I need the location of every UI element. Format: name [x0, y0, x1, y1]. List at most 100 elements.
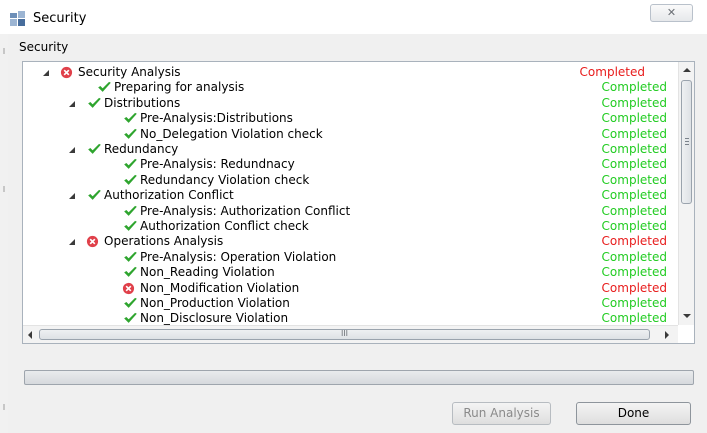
check-icon: [88, 189, 101, 200]
error-icon: [86, 235, 99, 248]
close-button[interactable]: ✕: [650, 4, 693, 22]
check-icon: [98, 81, 111, 92]
tree-row-label: Authorization Conflict check: [140, 219, 309, 233]
check-icon: [88, 97, 101, 108]
tree-row[interactable]: Non_Production Violation Completed: [23, 296, 677, 311]
tree-row[interactable]: Pre-Analysis: Operation Violation Complet…: [23, 250, 677, 265]
expand-triangle-icon[interactable]: [42, 69, 50, 77]
frame-mark: [3, 186, 5, 192]
scroll-up-arrow[interactable]: [683, 68, 691, 72]
grip-line: [685, 144, 689, 145]
tree-row[interactable]: Authorization Conflict Completed: [23, 188, 677, 203]
tree-row-label: Non_Reading Violation: [140, 265, 275, 279]
check-icon: [124, 266, 137, 277]
tree-row-label: Preparing for analysis: [114, 80, 245, 94]
tree-row[interactable]: Pre-Analysis:Distributions Completed: [23, 111, 677, 126]
tree-row-status: Completed: [601, 127, 667, 141]
tree-row-status: Completed: [601, 234, 667, 248]
tree-row[interactable]: Operations Analysis Completed: [23, 234, 677, 249]
grip-line: [685, 138, 689, 139]
vertical-scrollbar[interactable]: [678, 62, 694, 325]
tree-row-label: No_Delegation Violation check: [140, 127, 323, 141]
section-label: Security: [19, 40, 69, 54]
tree-row-label: Operations Analysis: [104, 234, 224, 248]
check-icon: [124, 158, 137, 169]
tree-row[interactable]: Pre-Analysis: Redundnacy Completed: [23, 157, 677, 172]
error-icon: [60, 66, 73, 79]
tree-row-status: Completed: [601, 96, 667, 110]
progress-bar: [24, 370, 694, 385]
tree-row-label: Redundancy: [104, 142, 179, 156]
check-icon: [124, 297, 137, 308]
check-icon: [124, 128, 137, 139]
frame-mark: [3, 48, 5, 54]
app-icon: [10, 11, 25, 26]
tree-row-status: Completed: [601, 111, 667, 125]
tree-row[interactable]: Preparing for analysis Completed: [23, 80, 677, 95]
tree-rows: Security Analysis Completed Preparing for …: [23, 65, 677, 327]
tree-row[interactable]: No_Delegation Violation check Completed: [23, 127, 677, 142]
tree-row-label: Pre-Analysis: Operation Violation: [140, 250, 337, 264]
run-analysis-button[interactable]: Run Analysis: [452, 402, 551, 425]
tree-row[interactable]: Authorization Conflict check Completed: [23, 219, 677, 234]
tree-row-label: Pre-Analysis:Distributions: [140, 111, 293, 125]
tree-row[interactable]: Non_Modification Violation Completed: [23, 281, 677, 296]
check-icon: [124, 220, 137, 231]
expand-triangle-icon[interactable]: [68, 238, 76, 246]
tree-row-status: Completed: [601, 281, 667, 295]
tree-row-status: Completed: [601, 173, 667, 187]
tree-row[interactable]: Distributions Completed: [23, 96, 677, 111]
tree-row-label: Redundancy Violation check: [140, 173, 310, 187]
tree-row-status: Completed: [579, 65, 645, 79]
close-icon: ✕: [666, 6, 677, 19]
tree-row-label: Non_Production Violation: [140, 296, 290, 310]
window-left-frame: [0, 34, 8, 433]
tree-row[interactable]: Redundancy Violation check Completed: [23, 173, 677, 188]
scroll-grip: III: [340, 329, 349, 338]
check-icon: [124, 112, 137, 123]
check-icon: [124, 312, 137, 323]
scroll-right-arrow[interactable]: [665, 331, 669, 339]
analysis-tree[interactable]: Security Analysis Completed Preparing for …: [22, 61, 695, 344]
tree-row-status: Completed: [601, 296, 667, 310]
tree-row-status: Completed: [601, 204, 667, 218]
tree-row-label: Authorization Conflict: [104, 188, 234, 202]
tree-row-label: Pre-Analysis: Authorization Conflict: [140, 204, 351, 218]
tree-row[interactable]: Redundancy Completed: [23, 142, 677, 157]
tree-row-status: Completed: [601, 142, 667, 156]
tree-row-status: Completed: [601, 157, 667, 171]
scroll-down-arrow[interactable]: [683, 314, 691, 318]
tree-row-label: Non_Disclosure Violation: [140, 311, 289, 325]
horizontal-scroll-thumb[interactable]: III: [39, 329, 650, 340]
tree-row-label: Non_Modification Violation: [140, 281, 300, 295]
tree-row-label: Security Analysis: [78, 65, 181, 79]
check-icon: [124, 174, 137, 185]
title-bar: Security ✕: [0, 0, 707, 34]
tree-row-status: Completed: [601, 311, 667, 325]
tree-row[interactable]: Non_Disclosure Violation Completed: [23, 311, 677, 326]
tree-row[interactable]: Non_Reading Violation Completed: [23, 265, 677, 280]
error-icon: [122, 282, 135, 295]
expand-triangle-icon[interactable]: [68, 146, 76, 154]
scroll-left-arrow[interactable]: [28, 331, 32, 339]
check-icon: [88, 143, 101, 154]
tree-row-status: Completed: [601, 250, 667, 264]
tree-row-label: Pre-Analysis: Redundnacy: [140, 157, 295, 171]
tree-row-label: Distributions: [104, 96, 181, 110]
window-title: Security: [33, 11, 87, 26]
tree-row-status: Completed: [601, 265, 667, 279]
horizontal-scrollbar[interactable]: III: [23, 325, 678, 343]
expand-triangle-icon[interactable]: [68, 192, 76, 200]
check-icon: [124, 251, 137, 262]
grip-line: [685, 141, 689, 142]
tree-row-status: Completed: [601, 80, 667, 94]
tree-row-status: Completed: [601, 188, 667, 202]
vertical-scroll-thumb[interactable]: [681, 80, 692, 204]
check-icon: [124, 205, 137, 216]
done-button[interactable]: Done: [576, 402, 691, 425]
tree-row[interactable]: Pre-Analysis: Authorization Conflict Comp…: [23, 204, 677, 219]
tree-row[interactable]: Security Analysis Completed: [23, 65, 677, 80]
expand-triangle-icon[interactable]: [68, 100, 76, 108]
frame-mark: [3, 404, 5, 410]
tree-row-status: Completed: [601, 219, 667, 233]
